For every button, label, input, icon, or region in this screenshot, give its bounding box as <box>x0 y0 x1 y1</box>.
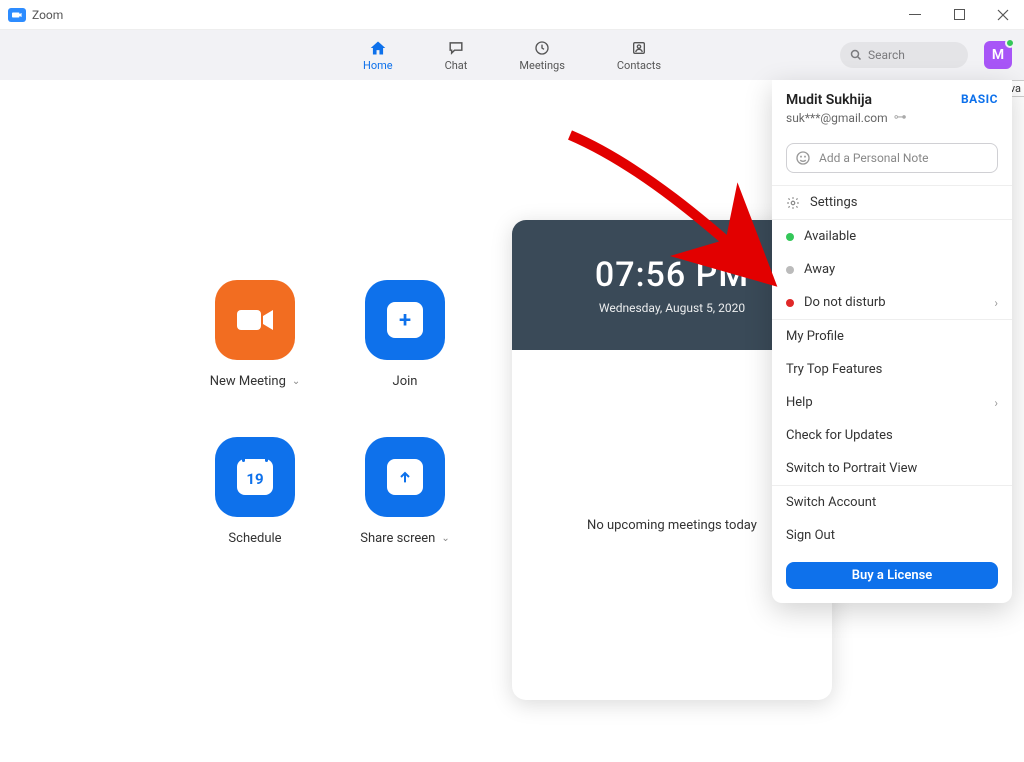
chevron-down-icon: ⌄ <box>441 533 449 544</box>
window-controls <box>902 2 1016 28</box>
row-label: Available <box>804 229 856 244</box>
maximize-button[interactable] <box>946 2 972 28</box>
contacts-icon <box>631 39 647 57</box>
tile-label: Join <box>393 374 418 389</box>
current-time: 07:56 PM <box>595 255 749 295</box>
schedule-tile[interactable]: 19 Schedule <box>180 437 330 546</box>
titlebar: Zoom <box>0 0 1024 30</box>
plan-badge: BASIC <box>961 92 998 106</box>
nav-contacts[interactable]: Contacts <box>617 39 661 72</box>
help-item[interactable]: Help › <box>772 386 1012 419</box>
current-date: Wednesday, August 5, 2020 <box>599 301 745 315</box>
note-placeholder: Add a Personal Note <box>819 151 929 165</box>
profile-avatar[interactable]: M <box>984 41 1012 69</box>
status-dot-icon <box>786 266 794 274</box>
buy-license-button[interactable]: Buy a License <box>786 562 998 589</box>
switch-account-item[interactable]: Switch Account <box>772 486 1012 519</box>
status-dnd[interactable]: Do not disturb › <box>772 286 1012 319</box>
status-dot-icon <box>786 233 794 241</box>
check-updates-item[interactable]: Check for Updates <box>772 419 1012 452</box>
chevron-right-icon: › <box>994 296 998 310</box>
minimize-button[interactable] <box>902 2 928 28</box>
close-button[interactable] <box>990 2 1016 28</box>
chat-icon <box>447 39 465 57</box>
nav-label: Chat <box>445 59 468 72</box>
presence-dot-icon <box>1005 38 1015 48</box>
row-label: Switch Account <box>786 495 876 510</box>
my-profile-item[interactable]: My Profile <box>772 320 1012 353</box>
row-label: My Profile <box>786 329 844 344</box>
status-available[interactable]: Available <box>772 220 1012 253</box>
row-label: Settings <box>810 195 857 210</box>
profile-email: suk***@gmail.com ⊶ <box>786 110 998 125</box>
personal-note-input[interactable]: Add a Personal Note <box>786 143 998 173</box>
row-label: Help <box>786 395 813 410</box>
window-title: Zoom <box>32 8 63 22</box>
reveal-icon[interactable]: ⊶ <box>894 110 907 125</box>
join-tile[interactable]: + Join <box>330 280 480 389</box>
search-placeholder: Search <box>868 48 905 62</box>
portrait-view-item[interactable]: Switch to Portrait View <box>772 452 1012 485</box>
tile-label: Share screen <box>360 531 435 546</box>
share-screen-tile[interactable]: Share screen ⌄ <box>330 437 480 546</box>
video-icon <box>215 280 295 360</box>
nav-chat[interactable]: Chat <box>445 39 468 72</box>
top-nav: Home Chat Meetings Contacts Search M <box>0 30 1024 80</box>
action-tiles: New Meeting ⌄ + Join 19 Schedule <box>180 280 480 546</box>
profile-dropdown: Mudit Sukhija BASIC suk***@gmail.com ⊶ A… <box>772 80 1012 603</box>
row-label: Away <box>804 262 835 277</box>
tile-label: New Meeting <box>210 374 286 389</box>
tile-label: Schedule <box>228 531 281 546</box>
calendar-icon: 19 <box>237 459 273 495</box>
search-input[interactable]: Search <box>840 42 968 68</box>
avatar-letter: M <box>992 47 1004 63</box>
row-label: Do not disturb <box>804 295 886 310</box>
new-meeting-tile[interactable]: New Meeting ⌄ <box>180 280 330 389</box>
nav-label: Contacts <box>617 59 661 72</box>
chevron-down-icon: ⌄ <box>292 376 300 387</box>
sign-out-item[interactable]: Sign Out <box>772 519 1012 552</box>
row-label: Switch to Portrait View <box>786 461 917 476</box>
top-features-item[interactable]: Try Top Features <box>772 353 1012 386</box>
search-icon <box>850 49 862 61</box>
plus-icon: + <box>387 302 423 338</box>
home-icon <box>369 39 387 57</box>
arrow-up-icon <box>387 459 423 495</box>
row-label: Sign Out <box>786 528 835 543</box>
nav-label: Home <box>363 59 393 72</box>
row-label: Check for Updates <box>786 428 893 443</box>
clock-icon <box>534 39 550 57</box>
chevron-right-icon: › <box>994 396 998 410</box>
gear-icon <box>786 196 800 210</box>
row-label: Try Top Features <box>786 362 882 377</box>
nav-label: Meetings <box>519 59 564 72</box>
nav-home[interactable]: Home <box>363 39 393 72</box>
smile-icon <box>795 150 811 166</box>
main-area: New Meeting ⌄ + Join 19 Schedule <box>0 80 1024 762</box>
status-away[interactable]: Away <box>772 253 1012 286</box>
nav-meetings[interactable]: Meetings <box>519 39 564 72</box>
zoom-logo-icon <box>8 8 26 22</box>
status-dot-icon <box>786 299 794 307</box>
settings-item[interactable]: Settings <box>772 186 1012 219</box>
